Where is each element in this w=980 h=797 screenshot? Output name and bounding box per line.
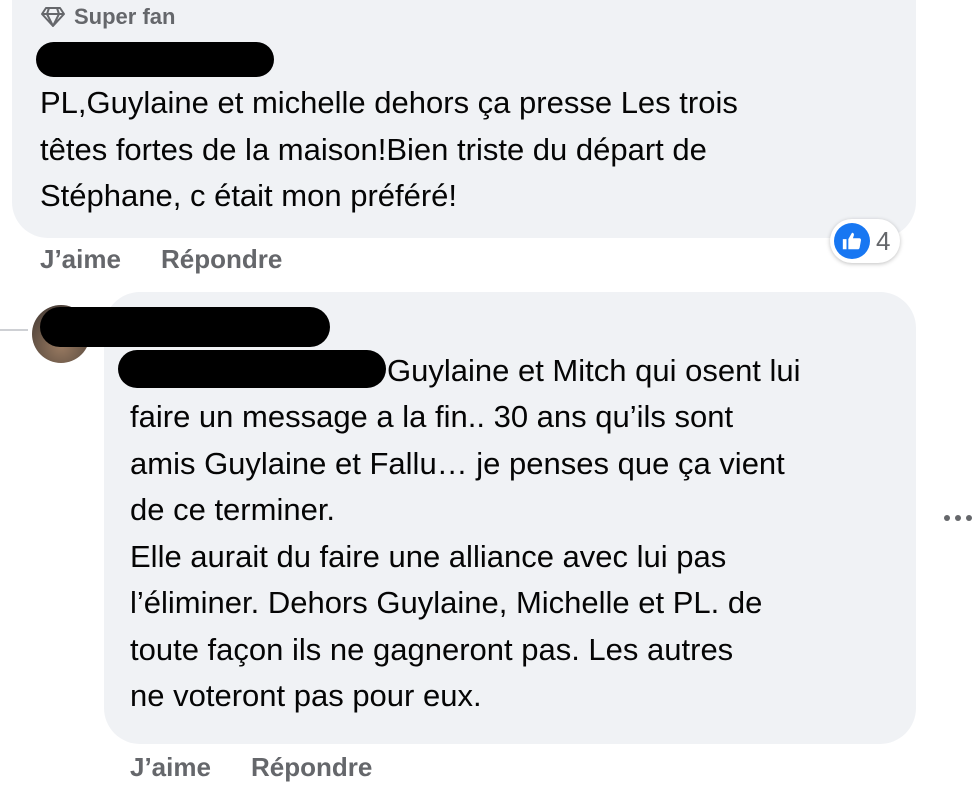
thumbs-up-icon [834, 223, 870, 259]
like-button[interactable]: J’aime [130, 752, 211, 783]
reply-button[interactable]: Répondre [161, 244, 282, 275]
badge-label: Super fan [74, 4, 176, 29]
thread-connector-line [0, 329, 28, 331]
redacted-author-name [36, 42, 274, 77]
super-fan-badge: Super fan [40, 4, 175, 30]
comment-actions: J’aime Répondre [40, 244, 282, 275]
comment-text: PL,Guylaine et michelle dehors ça presse… [40, 85, 738, 213]
diamond-icon [40, 6, 66, 28]
reply-button[interactable]: Répondre [251, 752, 372, 783]
redacted-mention [118, 350, 386, 388]
comment-text: faire un message a la fin.. 30 ans qu’il… [130, 399, 785, 713]
comment-text-first-line: Guylaine et Mitch qui osent lui [387, 353, 801, 388]
comment-actions: J’aime Répondre [130, 752, 372, 783]
reaction-summary[interactable]: 4 [830, 219, 901, 263]
redacted-author-name [40, 307, 330, 347]
reaction-count: 4 [876, 225, 891, 256]
like-button[interactable]: J’aime [40, 244, 121, 275]
more-options-icon[interactable] [944, 506, 980, 530]
